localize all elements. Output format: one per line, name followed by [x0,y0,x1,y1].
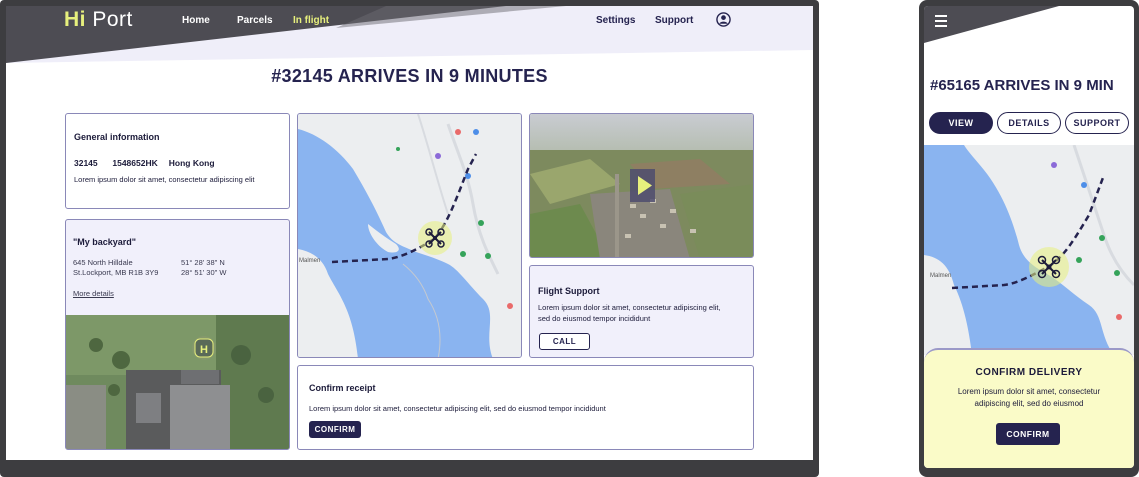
desktop-device-frame: Hi Port Home Parcels In flight Settings … [0,0,819,477]
more-details-link[interactable]: More details [73,288,114,299]
flight-support-card: Flight Support Lorem ipsum dolor sit ame… [529,265,754,358]
hamburger-menu-icon[interactable] [935,15,948,27]
confirm-receipt-card: Confirm receipt Lorem ipsum dolor sit am… [297,365,754,450]
route-map[interactable] [298,114,522,358]
mobile-device-frame: #65165 ARRIVES IN 9 MIN VIEW DETAILS SUP… [919,0,1139,477]
mobile-route-map[interactable] [924,145,1134,355]
map-place-label: Malmen [299,258,321,264]
parcel-id: 32145 [74,158,98,168]
drone-video-card[interactable] [529,113,754,258]
destination-card: "My backyard" 645 North Hilldale St.Lock… [65,219,290,450]
general-info-card: General information 32145 1548652HK Hong… [65,113,290,209]
nav-settings[interactable]: Settings [596,15,635,26]
destination-name: "My backyard" [73,237,137,247]
confirm-receipt-text: Lorem ipsum dolor sit amet, consectetur … [309,404,606,413]
call-button[interactable]: CALL [539,333,590,350]
flight-support-text: Lorem ipsum dolor sit amet, consectetur … [538,303,721,323]
tab-view[interactable]: VIEW [929,112,993,134]
nav-in-flight[interactable]: In flight [293,15,329,26]
general-info-title: General information [74,132,160,142]
confirm-delivery-panel: CONFIRM DELIVERY Lorem ipsum dolor sit a… [924,348,1134,468]
tab-details[interactable]: DETAILS [997,112,1061,134]
mobile-page-title: #65165 ARRIVES IN 9 MIN [930,77,1114,94]
user-circle-icon[interactable] [716,12,731,27]
page-title: #32145 ARRIVES IN 9 MINUTES [271,66,548,86]
mobile-header-background [924,6,1059,43]
logo[interactable]: Hi Port [64,8,133,32]
mobile-confirm-button[interactable]: CONFIRM [996,423,1060,445]
confirm-delivery-text: Lorem ipsum dolor sit amet, consectetur … [957,387,1101,408]
drone-video-thumbnail[interactable] [530,114,754,258]
parcel-code: 1548652HK [112,158,158,168]
nav-parcels[interactable]: Parcels [237,15,273,26]
nav-home[interactable]: Home [182,15,210,26]
confirm-button[interactable]: CONFIRM [309,421,361,438]
flight-support-title: Flight Support [538,286,600,296]
mobile-screen: #65165 ARRIVES IN 9 MIN VIEW DETAILS SUP… [924,6,1134,468]
landing-pad-label: H [200,344,208,356]
flight-map[interactable]: Malmen [297,113,522,358]
backyard-satellite-image [66,315,289,449]
general-info-text: Lorem ipsum dolor sit amet, consectetur … [74,175,255,184]
destination-address: 645 North Hilldale St.Lockport, MB R1B 3… [73,258,159,277]
parcel-city: Hong Kong [168,158,215,168]
nav-support[interactable]: Support [655,15,693,26]
parcel-info-row: 32145 1548652HK Hong Kong [74,158,215,168]
mobile-map-place-label: Malmen [930,273,952,279]
destination-coordinates: 51° 28' 38" N 28° 51' 30" W [181,258,227,277]
tab-support[interactable]: SUPPORT [1065,112,1129,134]
confirm-delivery-title: CONFIRM DELIVERY [975,367,1083,378]
confirm-receipt-title: Confirm receipt [309,383,376,393]
desktop-screen: Hi Port Home Parcels In flight Settings … [6,6,813,460]
